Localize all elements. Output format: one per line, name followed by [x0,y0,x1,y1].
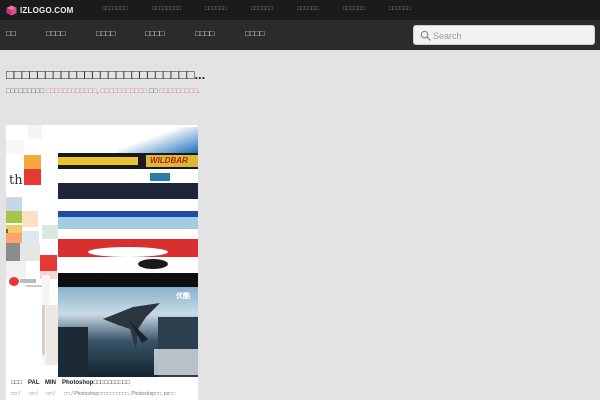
thumb-block [20,243,40,261]
page-subtitle: □□□□□□□□□ □□□□□□□□□□□□, □□□□□□□□□□□ □□ □… [6,88,200,95]
top-link-2[interactable]: □□□□□□□□ [152,6,181,12]
card-meta-4: □□ / Photoshop□□□□□□□□□□, Photoshop□□, p… [64,391,176,397]
nav-item-4[interactable]: □□□□ [145,29,164,38]
thumb-block [58,327,88,377]
video-overlay-text: 优酷 [176,293,190,300]
thumb-block [6,197,22,211]
thumb-block [20,279,36,283]
thumb-block [58,217,198,229]
nav-item-6[interactable]: □□□□ [245,29,264,38]
card-title-1[interactable]: □□□ [11,380,22,386]
card-meta-2: □□ / [29,391,38,397]
thumb-block [6,140,24,154]
card-title-2[interactable]: PAL [28,380,40,386]
logo-text: IZLOGO.COM [20,5,74,15]
thumb-block [6,211,22,223]
search-input[interactable] [433,28,591,43]
top-link-4[interactable]: □□□□□□ [251,6,273,12]
thumb-block [118,127,198,153]
thumb-block [150,173,170,181]
top-link-1[interactable]: □□□□□□□ [102,6,127,12]
top-link-3[interactable]: □□□□□□ [205,6,227,12]
card-title-4[interactable]: Photoshop□□□□□□□□□□ [62,380,130,386]
logo-cube-icon [6,4,17,16]
thumb-block [6,261,26,279]
thumb-block [28,125,42,139]
thumb-block [24,169,41,185]
thumb-block [6,229,8,233]
top-link-6[interactable]: □□□□□□ [343,6,365,12]
subtitle-end: . [197,88,200,95]
thumb-block [6,243,20,261]
thumb-block [138,259,168,269]
thumb-block [42,225,58,239]
subtitle-link-2[interactable]: □□□□□□□□□□□ [101,88,148,95]
thumb-block [58,273,198,287]
video-controls [154,349,198,375]
nav-item-home[interactable]: □□ [6,29,16,38]
card-meta-1: □□ / [11,391,20,397]
thumb-block [40,255,57,271]
nav-item-2[interactable]: □□□□ [46,29,65,38]
thumb-block [42,305,45,355]
thumb-block [58,199,198,211]
page-title: □□□□□□□□□□□□□□□□□□□□□□□□... [6,67,206,82]
thumb-block [41,139,57,157]
nav-item-3[interactable]: □□□□ [96,29,115,38]
thumb-image-top [58,125,198,153]
thumb-block [58,257,198,273]
wildbar-banner-text: WILDBAR [146,155,198,167]
thumb-block [88,247,168,257]
thumb-block [58,157,138,165]
thumb-block [58,229,198,239]
subtitle-link-3[interactable]: □□□□□□□□□ [160,88,198,95]
thumb-block [22,211,38,227]
top-bar: IZLOGO.COM □□□□□□□ □□□□□□□□ □□□□□□ □□□□□… [0,0,600,20]
brand-logo-icon [9,277,19,286]
subtitle-link-1[interactable]: □□□□□□□□□□□□ [46,88,97,95]
card-meta-3: □□ / [46,391,55,397]
thumb-block [46,305,58,365]
card-title-3[interactable]: MIN [45,380,56,386]
thumb-block [58,239,198,257]
subtitle-prefix: □□□□□□□□□ [6,88,46,95]
thumb-block [24,155,41,169]
subtitle-and: □□ [147,88,160,95]
top-link-7[interactable]: □□□□□□ [389,6,411,12]
top-link-5[interactable]: □□□□□□ [297,6,319,12]
nav-item-5[interactable]: □□□□ [195,29,214,38]
thumb-banner: WILDBAR [58,153,198,169]
site-logo[interactable]: IZLOGO.COM [6,4,74,16]
thumb-block [58,183,198,199]
thumb-block [26,285,42,287]
thumbnail-stack[interactable]: th WILDBAR 优酷 □□□ PAL MIN Photoshop□□□□□… [6,125,198,400]
thumb-block [58,169,198,183]
search-box [413,25,595,45]
search-icon [420,30,431,41]
thumb-word-fragment: th [9,173,23,188]
featured-thumbnail-image[interactable]: 优酷 [58,287,198,377]
